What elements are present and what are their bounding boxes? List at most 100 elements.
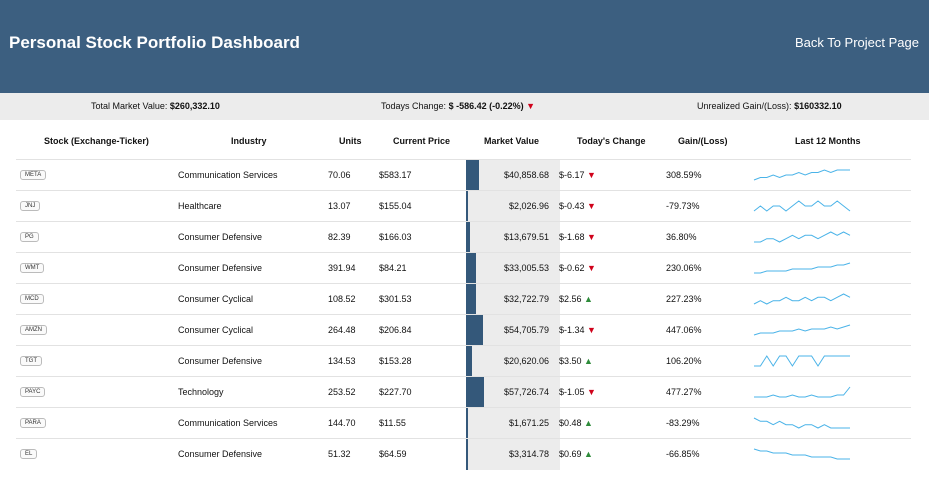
price-cell: $206.84 <box>379 325 412 335</box>
down-arrow-icon: ▼ <box>587 201 596 211</box>
table-row: PAYC Technology 253.52 $227.70 $57,726.74 $-1… <box>16 376 911 408</box>
price-cell: $64.59 <box>379 449 407 459</box>
up-arrow-icon: ▲ <box>584 356 593 366</box>
ticker-badge: TGT <box>20 356 42 366</box>
todays-change-cell: $-6.17 ▼ <box>559 170 596 180</box>
units-cell: 13.07 <box>328 201 351 211</box>
sparkline-chart <box>753 417 850 429</box>
units-cell: 134.53 <box>328 356 356 366</box>
todays-change-value: $-0.43 <box>559 201 585 211</box>
todays-change-cell: $-1.34 ▼ <box>559 325 596 335</box>
todays-change-cell: $-0.62 ▼ <box>559 263 596 273</box>
ticker-badge: MCD <box>20 294 44 304</box>
ticker-badge: JNJ <box>20 201 41 211</box>
todays-change-cell: $-1.68 ▼ <box>559 232 596 242</box>
sparkline-chart <box>754 386 851 398</box>
units-cell: 70.06 <box>328 170 351 180</box>
total-market-value: Total Market Value: $260,332.10 <box>91 101 220 111</box>
sparkline-line <box>753 200 851 212</box>
industry-cell: Consumer Defensive <box>178 449 263 459</box>
column-header-last-12-months: Last 12 Months <box>795 136 861 146</box>
units-cell: 51.32 <box>328 449 351 459</box>
ticker-badge: PAYC <box>20 387 46 397</box>
down-arrow-icon: ▼ <box>587 170 596 180</box>
units-cell: 108.52 <box>328 294 356 304</box>
table-row: META Communication Services 70.06 $583.17 $4… <box>16 159 911 191</box>
down-arrow-icon: ▼ <box>587 387 596 397</box>
down-arrow-icon: ▼ <box>587 325 596 335</box>
todays-change-value: $3.50 <box>559 356 582 366</box>
todays-change-label: Todays Change: <box>381 101 447 111</box>
sparkline-line <box>753 417 850 429</box>
unrealized-gain: Unrealized Gain/(Loss): $160332.10 <box>697 101 842 111</box>
todays-change-value: $-6.17 <box>559 170 585 180</box>
gain-loss-cell: 230.06% <box>666 263 702 273</box>
todays-change-cell: $3.50 ▲ <box>559 356 593 366</box>
total-market-value-amount: $260,332.10 <box>169 101 220 111</box>
column-header-industry: Industry <box>231 136 267 146</box>
table-row: JNJ Healthcare 13.07 $155.04 $2,026.96 $-0.43… <box>16 190 911 222</box>
down-arrow-icon: ▼ <box>587 263 596 273</box>
todays-change-cell: $0.69 ▲ <box>559 449 593 459</box>
unrealized-gain-label: Unrealized Gain/(Loss): <box>697 101 792 111</box>
unrealized-gain-amount: $160332.10 <box>794 101 842 111</box>
summary-bar: Total Market Value: $260,332.10 Todays C… <box>0 93 929 120</box>
gain-loss-cell: -83.29% <box>666 418 700 428</box>
ticker-badge: PARA <box>20 418 46 428</box>
industry-cell: Consumer Defensive <box>178 356 263 366</box>
ticker-badge: EL <box>20 449 38 459</box>
todays-change-cell: $-1.05 ▼ <box>559 387 596 397</box>
sparkline-line <box>754 355 850 367</box>
table-row: PARA Communication Services 144.70 $11.55 $1… <box>16 407 911 439</box>
page-title: Personal Stock Portfolio Dashboard <box>9 33 300 52</box>
price-cell: $166.03 <box>379 232 412 242</box>
ticker-badge: META <box>20 170 47 180</box>
column-header-market-value: Market Value <box>484 136 540 146</box>
gain-loss-cell: 477.27% <box>666 387 702 397</box>
page-header: Personal Stock Portfolio Dashboard Back … <box>0 0 929 93</box>
up-arrow-icon: ▲ <box>584 294 593 304</box>
back-to-project-link[interactable]: Back To Project Page <box>795 35 919 50</box>
sparkline-chart <box>753 293 851 305</box>
todays-change-value: $-1.68 <box>559 232 585 242</box>
gain-loss-cell: 106.20% <box>666 356 702 366</box>
down-arrow-icon: ▼ <box>526 101 536 111</box>
units-cell: 144.70 <box>328 418 356 428</box>
ticker-badge: WMT <box>20 263 45 273</box>
units-cell: 391.94 <box>328 263 356 273</box>
units-cell: 253.52 <box>328 387 356 397</box>
industry-cell: Consumer Cyclical <box>178 325 254 335</box>
column-header-gain-loss: Gain/(Loss) <box>678 136 728 146</box>
todays-change-cell: $-0.43 ▼ <box>559 201 596 211</box>
todays-change-value: $2.56 <box>559 294 582 304</box>
todays-change-value: $-1.34 <box>559 325 585 335</box>
market-value-amount: $20,620.06 <box>503 356 549 366</box>
up-arrow-icon: ▲ <box>584 418 593 428</box>
market-value-amount: $2,026.96 <box>508 201 549 211</box>
industry-cell: Consumer Defensive <box>178 232 263 242</box>
market-value-amount: $40,858.68 <box>503 170 549 180</box>
industry-cell: Healthcare <box>178 201 222 211</box>
industry-cell: Consumer Cyclical <box>178 294 254 304</box>
price-cell: $153.28 <box>379 356 412 366</box>
table-row: AMZN Consumer Cyclical 264.48 $206.84 $54,70… <box>16 314 911 346</box>
sparkline-chart <box>753 200 851 212</box>
table-row: TGT Consumer Defensive 134.53 $153.28 $20,62… <box>16 345 911 377</box>
industry-cell: Communication Services <box>178 418 278 428</box>
sparkline-chart <box>753 169 850 181</box>
gain-loss-cell: -66.85% <box>666 449 700 459</box>
price-cell: $583.17 <box>379 170 412 180</box>
gain-loss-cell: 308.59% <box>666 170 702 180</box>
price-cell: $11.55 <box>379 418 406 428</box>
market-value-amount: $13,679.51 <box>503 232 549 242</box>
price-cell: $301.53 <box>379 294 412 304</box>
gain-loss-cell: -79.73% <box>666 201 700 211</box>
sparkline-chart <box>754 231 851 243</box>
sparkline-line <box>753 324 851 336</box>
todays-change: Todays Change: $ -586.42 (-0.22%) ▼ <box>381 101 535 111</box>
market-value-amount: $3,314.78 <box>508 449 549 459</box>
todays-change-cell: $2.56 ▲ <box>559 294 593 304</box>
units-cell: 82.39 <box>328 232 351 242</box>
sparkline-chart <box>754 262 851 274</box>
sparkline-line <box>754 262 851 274</box>
